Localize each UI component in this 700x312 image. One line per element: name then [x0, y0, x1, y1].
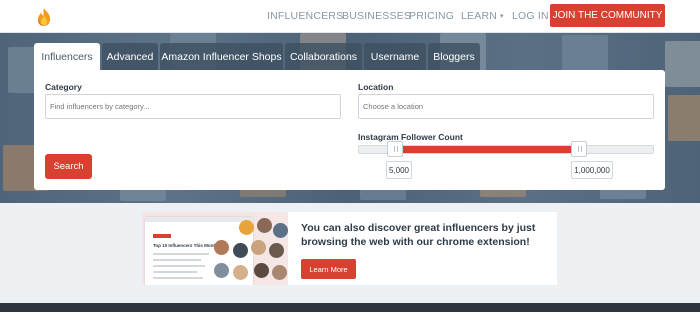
promo-text: You can also discover great influencers … [301, 222, 536, 248]
tab-bloggers[interactable]: Bloggers [428, 43, 480, 70]
avatar [233, 265, 248, 280]
preview-text-line [153, 271, 197, 273]
nav-login[interactable]: LOG IN [512, 10, 549, 22]
flame-icon[interactable] [35, 7, 53, 27]
learn-more-button[interactable]: Learn More [301, 259, 356, 279]
top-navigation: INFLUENCERS BUSINESSES PRICING LEARN ▾ LO… [0, 0, 700, 33]
avatar [272, 265, 287, 280]
search-panel: Category Location Instagram Follower Cou… [34, 70, 665, 190]
nav-influencers[interactable]: INFLUENCERS [267, 10, 343, 22]
footer [0, 303, 700, 312]
location-label: Location [358, 82, 394, 92]
category-input[interactable] [45, 94, 341, 119]
avatar [269, 243, 284, 258]
chevron-down-icon: ▾ [500, 13, 504, 20]
slider-min-handle[interactable] [387, 141, 403, 157]
avatar [254, 263, 269, 278]
follower-max-value[interactable]: 1,000,000 [571, 161, 613, 179]
avatar [251, 240, 266, 255]
avatar [214, 263, 229, 278]
nav-pricing[interactable]: PRICING [409, 10, 454, 22]
follower-min-value[interactable]: 5,000 [386, 161, 412, 179]
preview-browser-bar [145, 217, 253, 222]
join-community-button[interactable]: JOIN THE COMMUNITY [550, 4, 665, 27]
tab-influencers[interactable]: Influencers [34, 43, 100, 70]
chrome-extension-promo: Top 10 Influencers This Month You can al… [142, 212, 557, 285]
tab-amazon-influencer-shops[interactable]: Amazon Influencer Shops [160, 43, 283, 70]
slider-max-handle[interactable] [571, 141, 587, 157]
background-photo-tile [665, 41, 700, 87]
tab-advanced[interactable]: Advanced [102, 43, 158, 70]
slider-range-fill [396, 146, 581, 153]
avatar [273, 223, 288, 238]
nav-learn-label: LEARN [461, 10, 498, 22]
avatar [214, 240, 229, 255]
preview-text-line [153, 277, 203, 279]
nav-businesses[interactable]: BUSINESSES [342, 10, 411, 22]
preview-accent-block [153, 234, 171, 238]
background-photo-tile [668, 95, 700, 141]
nav-learn[interactable]: LEARN ▾ [461, 10, 504, 22]
avatar [257, 218, 272, 233]
follower-count-label: Instagram Follower Count [358, 132, 463, 142]
search-button[interactable]: Search [45, 154, 92, 179]
preview-text-line [153, 259, 201, 261]
avatar [233, 243, 248, 258]
preview-text-line [153, 253, 209, 255]
tab-username[interactable]: Username [364, 43, 426, 70]
category-label: Category [45, 82, 82, 92]
preview-heading: Top 10 Influencers This Month [153, 243, 218, 248]
extension-preview-image: Top 10 Influencers This Month [142, 212, 288, 285]
preview-text-line [153, 265, 205, 267]
avatar [239, 220, 254, 235]
location-input[interactable] [358, 94, 654, 119]
tab-collaborations[interactable]: Collaborations [285, 43, 362, 70]
